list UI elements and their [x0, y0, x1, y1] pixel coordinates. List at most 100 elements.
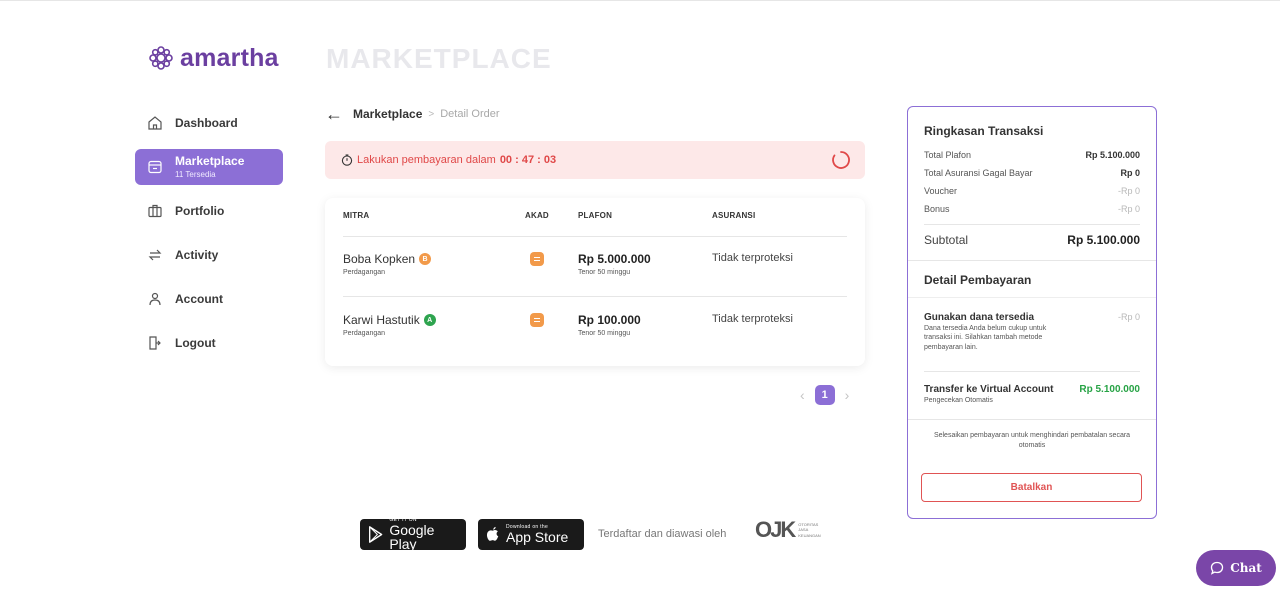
sidebar-item-activity[interactable]: Activity [135, 237, 283, 273]
table-row[interactable]: Karwi Hastutik A Perdagangan Rp 100.000 … [325, 313, 865, 363]
use-balance-option[interactable]: Gunakan dana tersedia [924, 312, 1034, 323]
summary-title: Ringkasan Transaksi [924, 124, 1044, 138]
breadcrumb-marketplace[interactable]: Marketplace [353, 107, 422, 121]
sidebar-item-portfolio[interactable]: Portfolio [135, 193, 283, 229]
subtotal-label: Subtotal [924, 233, 969, 247]
countdown-progress-icon [832, 151, 850, 169]
summary-row: Voucher -Rp 0 [924, 186, 1140, 196]
summary-row-label: Bonus [924, 204, 950, 214]
home-icon [147, 115, 163, 131]
swap-icon [147, 247, 163, 263]
briefcase-icon [147, 203, 163, 219]
chat-button[interactable]: Chat [1196, 550, 1276, 586]
mitra-name-text: Karwi Hastutik [343, 313, 420, 327]
row-divider [343, 296, 847, 297]
summary-row-value: -Rp 0 [1117, 186, 1140, 196]
summary-row: Bonus -Rp 0 [924, 204, 1140, 214]
back-arrow-icon[interactable]: ← [325, 105, 343, 123]
ojk-caption-line: KEUANGAN [798, 532, 821, 538]
virtual-account-option[interactable]: Transfer ke Virtual Account [924, 384, 1054, 395]
section-divider [908, 419, 1156, 420]
section-divider [908, 260, 1156, 261]
summary-row: Total Asuransi Gagal Bayar Rp 0 [924, 168, 1140, 178]
summary-row: Total Plafon Rp 5.100.000 [924, 150, 1140, 160]
timer-countdown: 00 : 47 : 03 [499, 154, 557, 166]
table-row[interactable]: Boba Kopken B Perdagangan Rp 5.000.000 T… [325, 252, 865, 302]
mitra-sector: Perdagangan [343, 330, 386, 337]
page-number[interactable]: 1 [814, 385, 835, 405]
sidebar-item-label: Marketplace [175, 154, 245, 168]
sidebar-item-label: Dashboard [175, 116, 238, 130]
asuransi-status: Tidak terproteksi [712, 252, 793, 264]
sidebar-item-dashboard[interactable]: Dashboard [135, 105, 283, 141]
grade-badge: A [423, 314, 436, 326]
breadcrumb-separator: > [428, 108, 435, 120]
payment-notice: Selesaikan pembayaran untuk menghindari … [933, 432, 1131, 449]
summary-row-label: Total Plafon [924, 150, 972, 160]
cancel-button[interactable]: Batalkan [921, 473, 1142, 502]
sidebar: Dashboard Marketplace 11 Tersedia Portfo… [135, 105, 283, 369]
mitra-name: Boba Kopken B [343, 252, 432, 266]
tenor-text: Tenor 50 minggu [578, 330, 631, 337]
chat-bubble-icon [1211, 561, 1224, 575]
sidebar-item-label: Portfolio [175, 204, 225, 218]
plafon-amount: Rp 100.000 [578, 313, 641, 327]
tenor-text: Tenor 50 minggu [578, 269, 631, 276]
mitra-name: Karwi Hastutik A [343, 313, 436, 327]
ojk-caption: OTORITAS JASA KEUANGAN [798, 522, 820, 538]
chevron-left-icon[interactable]: ‹ [800, 387, 805, 403]
payment-detail-title: Detail Pembayaran [924, 273, 1032, 287]
summary-divider [924, 371, 1140, 372]
grade-badge: B [419, 253, 432, 265]
sidebar-item-marketplace[interactable]: Marketplace 11 Tersedia [135, 149, 283, 185]
app-store-button[interactable]: Download on the App Store [478, 519, 584, 550]
column-header-mitra: MITRA [343, 211, 370, 220]
page-title: MARKETPLACE [326, 43, 552, 74]
summary-row-label: Total Asuransi Gagal Bayar [924, 168, 1033, 178]
play-store-icon [369, 526, 383, 543]
stopwatch-icon [341, 154, 353, 166]
breadcrumb-detail-order: Detail Order [440, 108, 500, 120]
user-icon [147, 291, 163, 307]
summary-divider [924, 224, 1140, 225]
apple-icon [486, 526, 499, 541]
transaction-summary-card: Ringkasan Transaksi Total Plafon Rp 5.10… [907, 106, 1157, 519]
summary-row-value: Rp 5.100.000 [1085, 150, 1140, 160]
payment-timer-banner: Lakukan pembayaran dalam 00 : 47 : 03 [325, 141, 865, 179]
header-divider [343, 236, 847, 237]
ojk-registration-text: Terdaftar dan diawasi oleh [598, 528, 727, 540]
google-play-button[interactable]: GET IT ON Google Play [360, 518, 466, 552]
logout-icon [147, 335, 163, 351]
use-balance-description: Dana tersedia Anda belum cukup untuk tra… [924, 325, 1047, 351]
mitra-sector: Perdagangan [343, 269, 386, 276]
amartha-logo-mark-icon [149, 46, 173, 70]
ojk-logo: OJK OTORITAS JASA KEUANGAN [755, 517, 821, 543]
summary-row-label: Voucher [924, 186, 958, 196]
plafon-amount: Rp 5.000.000 [578, 252, 651, 266]
summary-row-value: Rp 0 [1120, 168, 1140, 178]
amartha-logo[interactable]: amartha [146, 43, 279, 73]
brand-name: amartha [180, 43, 279, 72]
store-icon [147, 159, 163, 175]
chevron-right-icon[interactable]: › [845, 387, 850, 403]
subtotal-row: Subtotal Rp 5.100.000 [924, 233, 1140, 247]
column-header-plafon: PLAFON [578, 211, 613, 220]
sidebar-item-logout[interactable]: Logout [135, 325, 283, 361]
column-header-akad: AKAD [525, 211, 549, 220]
mitra-name-text: Boba Kopken [343, 252, 416, 266]
chat-label: Chat [1230, 561, 1262, 575]
sidebar-item-label: Account [175, 292, 223, 306]
virtual-account-amount: Rp 5.100.000 [1079, 384, 1140, 395]
akad-document-icon [530, 252, 544, 266]
sidebar-item-account[interactable]: Account [135, 281, 283, 317]
asuransi-status: Tidak terproteksi [712, 313, 793, 325]
pagination: ‹ 1 › [800, 385, 849, 405]
use-balance-value: -Rp 0 [1117, 312, 1140, 322]
ojk-mark: OJK [755, 517, 796, 542]
subtotal-value: Rp 5.100.000 [1067, 233, 1140, 247]
google-play-text: Google Play [389, 522, 435, 552]
breadcrumb: ← Marketplace > Detail Order [325, 105, 500, 123]
order-table: MITRA AKAD PLAFON ASURANSI Boba Kopken B… [325, 198, 865, 366]
section-divider [908, 297, 1156, 298]
sidebar-item-label: Activity [175, 248, 219, 262]
